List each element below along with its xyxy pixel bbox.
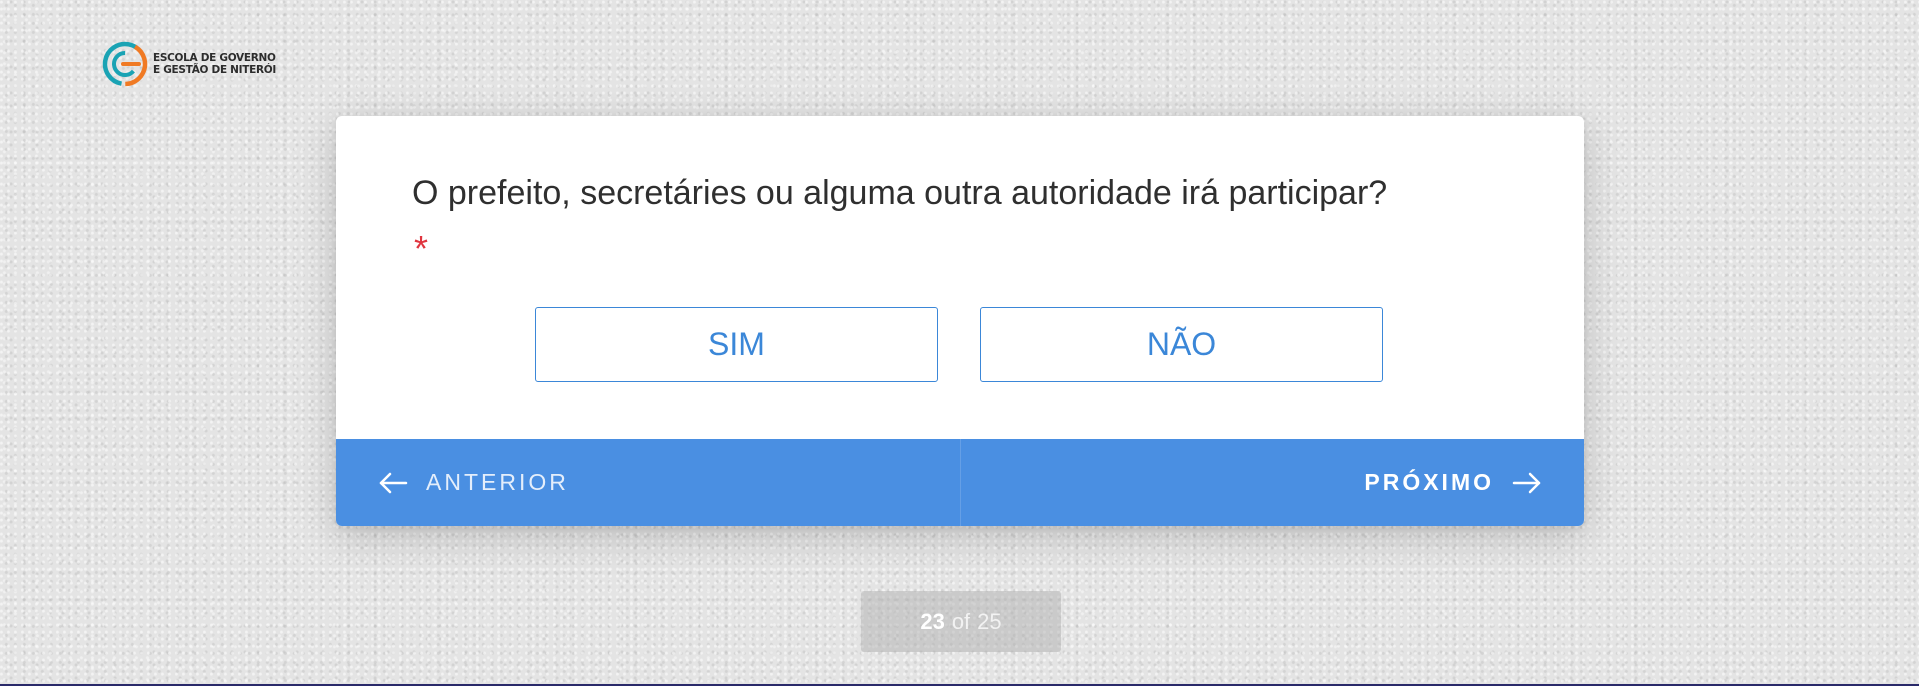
arrow-right-icon: [1512, 472, 1541, 493]
navigation-bar: ANTERIOR PRÓXIMO: [336, 439, 1584, 526]
required-marker: *: [414, 228, 429, 269]
progress-current: 23: [920, 608, 945, 634]
egg-logo-icon: [102, 41, 148, 87]
arrow-left-icon: [379, 472, 408, 493]
logo-line-2: E GESTÃO DE NITERÓI: [153, 64, 277, 76]
logo-text: ESCOLA DE GOVERNO E GESTÃO DE NITERÓI: [153, 52, 276, 76]
progress-total: 25: [977, 608, 1002, 634]
previous-button[interactable]: ANTERIOR: [336, 439, 961, 526]
choice-sim-button[interactable]: SIM: [535, 307, 938, 382]
logo: ESCOLA DE GOVERNO E GESTÃO DE NITERÓI: [101, 40, 276, 88]
next-button[interactable]: PRÓXIMO: [961, 439, 1585, 526]
choice-nao-button[interactable]: NÃO: [980, 307, 1383, 382]
logo-line-1: ESCOLA DE GOVERNO: [153, 52, 276, 64]
next-label: PRÓXIMO: [1364, 469, 1494, 495]
progress-separator: of: [951, 608, 971, 634]
question-title: O prefeito, secretáries ou alguma outra …: [412, 174, 1388, 212]
previous-label: ANTERIOR: [426, 469, 569, 495]
progress-indicator: 23 of 25: [861, 591, 1061, 652]
question-card: O prefeito, secretáries ou alguma outra …: [336, 116, 1584, 526]
